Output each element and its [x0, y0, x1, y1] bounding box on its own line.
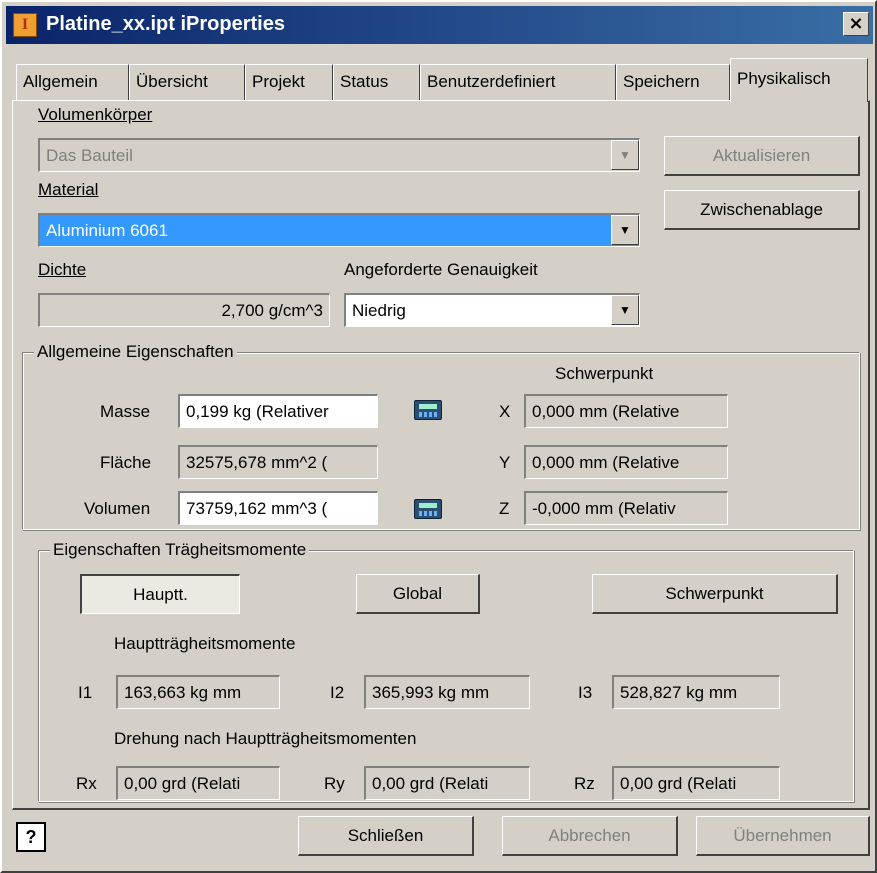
- i2-label: I2: [330, 683, 345, 702]
- volume-field[interactable]: 73759,162 mm^3 (: [178, 491, 378, 525]
- window-title: Platine_xx.ipt iProperties: [46, 13, 285, 35]
- calculator-icon[interactable]: [414, 499, 442, 519]
- inertia-title: Eigenschaften Trägheitsmomente: [50, 540, 310, 560]
- cancel-button[interactable]: Abbrechen: [502, 816, 678, 856]
- title-bar[interactable]: I Platine_xx.ipt iProperties ×: [6, 6, 873, 44]
- accuracy-dropdown[interactable]: Niedrig ▼: [344, 293, 640, 327]
- i3-label: I3: [578, 683, 593, 702]
- dropdown-arrow-icon[interactable]: ▼: [611, 215, 639, 245]
- global-button[interactable]: Global: [356, 574, 480, 614]
- close-button[interactable]: Schließen: [298, 816, 474, 856]
- solid-value: Das Bauteil: [46, 146, 133, 165]
- mass-field[interactable]: 0,199 kg (Relativer: [178, 394, 378, 428]
- tab-physikalisch[interactable]: Physikalisch: [730, 58, 868, 102]
- x-label: X: [499, 402, 511, 421]
- density-field: 2,700 g/cm^3: [38, 293, 330, 327]
- update-button[interactable]: Aktualisieren: [664, 136, 860, 176]
- centroid-button[interactable]: Schwerpunkt: [592, 574, 838, 614]
- area-field: 32575,678 mm^2 (: [178, 445, 378, 479]
- app-icon: I: [13, 13, 37, 37]
- volume-label: Volumen: [84, 499, 151, 518]
- ry-label: Ry: [324, 774, 345, 793]
- general-properties-title: Allgemeine Eigenschaften: [34, 342, 237, 362]
- area-label: Fläche: [100, 453, 152, 472]
- iproperties-dialog: I Platine_xx.ipt iProperties × Allgemein…: [0, 0, 877, 873]
- principal-button[interactable]: Hauptt.: [80, 574, 240, 614]
- rz-field: 0,00 grd (Relati: [612, 766, 780, 800]
- density-label: Dichte: [38, 260, 87, 279]
- tab-allgemein[interactable]: Allgemein: [16, 64, 129, 100]
- tab-benutzerdefiniert[interactable]: Benutzerdefiniert: [420, 64, 616, 100]
- z-label: Z: [499, 499, 510, 518]
- tab-status[interactable]: Status: [333, 64, 420, 100]
- material-dropdown[interactable]: Aluminium 6061 ▼: [38, 213, 640, 247]
- y-label: Y: [499, 453, 511, 472]
- dropdown-arrow-icon[interactable]: ▼: [611, 295, 639, 325]
- material-value: Aluminium 6061: [46, 221, 168, 240]
- rz-label: Rz: [574, 774, 595, 793]
- centroid-x-field: 0,000 mm (Relative: [524, 394, 728, 428]
- rx-label: Rx: [76, 774, 97, 793]
- material-label: Material: [38, 180, 99, 199]
- tab-strip: Allgemein Übersicht Projekt Status Benut…: [12, 58, 870, 102]
- clipboard-button[interactable]: Zwischenablage: [664, 190, 860, 230]
- principal-moments-title: Hauptträgheitsmomente: [114, 634, 296, 653]
- rx-field: 0,00 grd (Relati: [116, 766, 280, 800]
- accuracy-label: Angeforderte Genauigkeit: [344, 260, 538, 279]
- centroid-title: Schwerpunkt: [555, 364, 654, 383]
- centroid-z-field: -0,000 mm (Relativ: [524, 491, 728, 525]
- calculator-icon[interactable]: [414, 400, 442, 420]
- ry-field: 0,00 grd (Relati: [364, 766, 530, 800]
- centroid-y-field: 0,000 mm (Relative: [524, 445, 728, 479]
- dropdown-arrow-icon[interactable]: ▼: [611, 140, 639, 170]
- accuracy-value: Niedrig: [352, 301, 406, 320]
- solid-label: Volumenkörper: [38, 105, 153, 124]
- apply-button[interactable]: Übernehmen: [696, 816, 870, 856]
- tab-uebersicht[interactable]: Übersicht: [129, 64, 245, 100]
- i1-field: 163,663 kg mm: [116, 675, 280, 709]
- help-icon[interactable]: ?: [16, 822, 46, 852]
- i1-label: I1: [78, 683, 93, 702]
- solid-dropdown[interactable]: Das Bauteil ▼: [38, 138, 640, 172]
- tab-speichern[interactable]: Speichern: [616, 64, 730, 100]
- mass-label: Masse: [100, 402, 151, 421]
- rotation-title: Drehung nach Hauptträgheitsmomenten: [114, 729, 417, 748]
- close-icon[interactable]: ×: [843, 12, 869, 36]
- i3-field: 528,827 kg mm: [612, 675, 780, 709]
- tab-projekt[interactable]: Projekt: [245, 64, 333, 100]
- i2-field: 365,993 kg mm: [364, 675, 530, 709]
